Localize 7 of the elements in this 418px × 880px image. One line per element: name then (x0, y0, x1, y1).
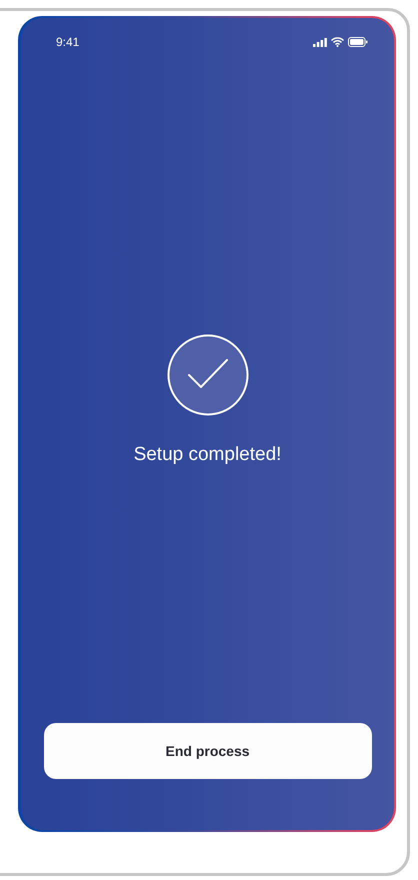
wifi-icon (331, 37, 344, 47)
battery-icon (348, 37, 368, 47)
status-message: Setup completed! (134, 444, 282, 466)
checkmark-circle-icon (166, 334, 248, 416)
status-time: 9:41 (56, 35, 80, 49)
end-process-button[interactable]: End process (44, 723, 372, 779)
signal-icon (313, 38, 327, 46)
